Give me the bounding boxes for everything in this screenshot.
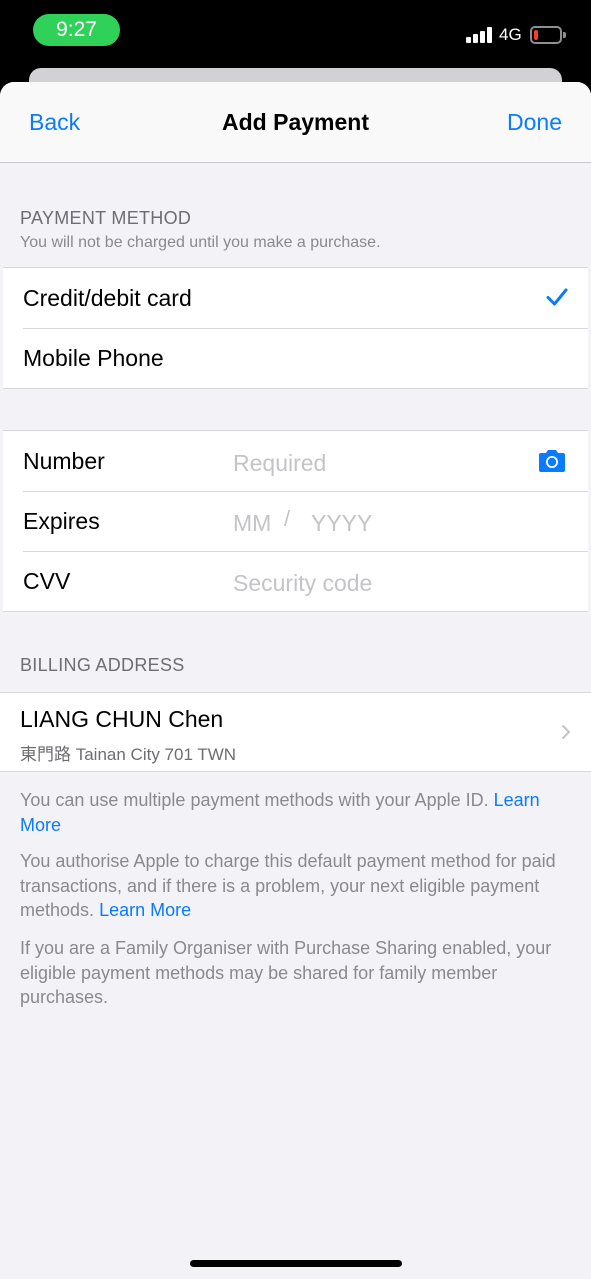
expires-label: Expires — [23, 508, 100, 534]
page-title: Add Payment — [222, 109, 369, 135]
expiry-year-field[interactable]: YYYY — [311, 510, 372, 537]
cvv-field[interactable]: Security code — [233, 570, 372, 597]
add-payment-sheet: Back Add Payment Done PAYMENT METHOD You… — [0, 82, 591, 1279]
billing-address: 東門路 Tainan City 701 TWN — [20, 745, 237, 764]
camera-icon[interactable] — [537, 449, 567, 473]
card-number-label: Number — [23, 448, 105, 474]
home-indicator[interactable] — [190, 1260, 402, 1267]
navigation-bar: Back Add Payment Done — [0, 82, 591, 163]
payment-option-mobile-phone[interactable]: Mobile Phone — [3, 328, 588, 388]
payment-method-list: Credit/debit card Mobile Phone — [3, 267, 588, 389]
battery-level — [534, 30, 538, 40]
expiry-separator: / — [284, 506, 291, 531]
checkmark-icon — [546, 288, 568, 306]
billing-address-header: BILLING ADDRESS — [20, 655, 185, 675]
card-cvv-row: CVV Security code — [3, 551, 588, 611]
card-number-row: Number Required — [3, 431, 588, 491]
payment-option-label: Mobile Phone — [23, 345, 164, 371]
footer-paragraph-2: You authorise Apple to charge this defau… — [20, 849, 572, 923]
card-details-form: Number Required Expires MM / YYYY CVV Se… — [3, 430, 588, 612]
status-bar: 9:27 4G — [0, 0, 591, 62]
network-type: 4G — [499, 25, 522, 44]
battery-icon — [530, 26, 566, 44]
card-expiry-row: Expires MM / YYYY — [3, 491, 588, 551]
status-time[interactable]: 9:27 — [33, 14, 120, 46]
learn-more-link-2[interactable]: Learn More — [99, 900, 191, 920]
expiry-month-field[interactable]: MM — [233, 510, 271, 537]
cvv-label: CVV — [23, 568, 71, 594]
footer-text-1: You can use multiple payment methods wit… — [20, 790, 489, 810]
payment-method-subtitle: You will not be charged until you make a… — [20, 234, 381, 251]
billing-address-row[interactable]: LIANG CHUN Chen 東門路 Tainan City 701 TWN — [0, 692, 591, 772]
cellular-signal-icon — [466, 27, 493, 43]
footer-paragraph-3: If you are a Family Organiser with Purch… — [20, 938, 552, 1007]
payment-option-credit-card[interactable]: Credit/debit card — [3, 268, 588, 328]
payment-option-label: Credit/debit card — [23, 285, 192, 311]
billing-name: LIANG CHUN Chen — [20, 706, 224, 732]
done-button[interactable]: Done — [507, 109, 562, 136]
card-number-field[interactable]: Required — [233, 450, 326, 477]
chevron-right-icon — [562, 725, 570, 739]
payment-method-header: PAYMENT METHOD — [20, 208, 192, 228]
footer-paragraph-1: You can use multiple payment methods wit… — [20, 788, 572, 837]
